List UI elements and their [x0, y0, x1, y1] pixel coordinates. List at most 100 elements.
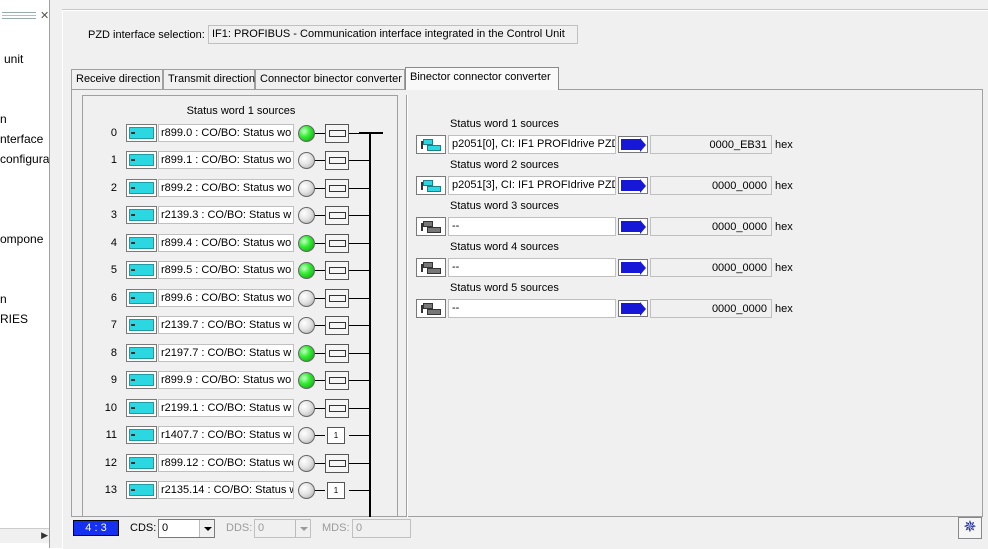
tree-item[interactable]: unit [4, 52, 23, 66]
status-bar: 4 : 3 CDS: 0 DDS: 0 MDS: 0 ✵ [63, 517, 988, 549]
connector-select-button[interactable] [126, 151, 157, 169]
connector-select-button[interactable] [126, 234, 157, 252]
cds-select[interactable]: 0 [158, 519, 215, 538]
tab-connector-binector-converter[interactable]: Connector binector converter [255, 69, 405, 89]
constant-one-button[interactable]: 1 [327, 482, 345, 499]
splitter-bar[interactable] [50, 0, 62, 548]
connector-select-button[interactable] [126, 261, 157, 279]
bit-source-field[interactable]: r2139.3 : CO/BO: Status w [158, 206, 294, 224]
close-icon[interactable]: ✕ [40, 9, 49, 22]
dds-select: 0 [254, 519, 311, 538]
connector-source-button[interactable] [416, 299, 446, 318]
tree-item[interactable]: ompone [0, 232, 43, 246]
invert-button[interactable] [325, 371, 349, 390]
tree-item[interactable]: n [0, 292, 7, 306]
invert-button[interactable] [325, 206, 349, 225]
invert-button[interactable] [325, 399, 349, 418]
scroll-right-icon[interactable]: ▶ [41, 530, 48, 541]
pzd-interface-label: PZD interface selection: [88, 29, 205, 41]
connector-select-button[interactable] [126, 481, 157, 499]
hex-value: 0000_EB31 [650, 135, 772, 154]
gear-icon[interactable]: ✵ [958, 517, 982, 539]
bit-source-field[interactable]: r899.4 : CO/BO: Status wo [158, 234, 294, 252]
bit-number: 11 [105, 429, 117, 441]
connector-select-button[interactable] [126, 316, 157, 334]
constant-one-button[interactable]: 1 [327, 427, 345, 444]
bit-source-field[interactable]: r2139.7 : CO/BO: Status w [158, 316, 294, 334]
invert-button[interactable] [325, 124, 349, 143]
status-word-row: p2051[3], CI: IF1 PROFIdrive PZD 0000_00… [416, 176, 856, 196]
invert-button[interactable] [325, 454, 349, 473]
bit-row: 9 r899.9 : CO/BO: Status wo [83, 369, 399, 391]
status-word-source-field[interactable]: -- [448, 299, 616, 318]
status-word-title: Status word 1 sources [450, 118, 559, 130]
status-word-source-field[interactable]: -- [448, 217, 616, 236]
tree-item[interactable]: n [0, 112, 7, 126]
pzd-interface-field[interactable]: IF1: PROFIBUS - Communication interface … [208, 25, 578, 44]
bit-number: 8 [110, 347, 117, 359]
bit-source-field[interactable]: r2135.14 : CO/BO: Status w [158, 481, 294, 499]
mds-field: 0 [352, 519, 411, 538]
connector-select-button[interactable] [126, 454, 157, 472]
tree-item[interactable]: nterface [0, 132, 43, 146]
tree-item[interactable]: RIES [0, 312, 28, 326]
tab-binector-connector-converter[interactable]: Binector connector converter [405, 67, 559, 90]
connector-select-button[interactable] [126, 371, 157, 389]
connector-source-button[interactable] [416, 135, 446, 154]
horizontal-scrollbar[interactable]: ▶ [0, 528, 49, 543]
invert-button[interactable] [325, 344, 349, 363]
bit-source-field[interactable]: r1407.7 : CO/BO: Status w [158, 426, 294, 444]
status-word-source-field[interactable]: p2051[0], CI: IF1 PROFIdrive PZD [448, 135, 616, 154]
bit-number: 5 [110, 264, 117, 276]
bit-source-field[interactable]: r2197.7 : CO/BO: Status w [158, 344, 294, 362]
bit-row: 1 r899.1 : CO/BO: Status wo [83, 149, 399, 171]
bit-source-field[interactable]: r2199.1 : CO/BO: Status w [158, 399, 294, 417]
bit-source-field[interactable]: r899.5 : CO/BO: Status wo [158, 261, 294, 279]
status-word-source-field[interactable]: p2051[3], CI: IF1 PROFIdrive PZD [448, 176, 616, 195]
bit-source-field[interactable]: r899.6 : CO/BO: Status wo [158, 289, 294, 307]
chevron-down-icon[interactable] [199, 520, 214, 537]
invert-button[interactable] [325, 289, 349, 308]
bit-row: 2 r899.2 : CO/BO: Status wo [83, 177, 399, 199]
status-word-row: -- 0000_0000 hex [416, 299, 856, 319]
connector-select-button[interactable] [126, 426, 157, 444]
connector-select-button[interactable] [126, 124, 157, 142]
connector-select-button[interactable] [126, 206, 157, 224]
status-word-source-field[interactable]: -- [448, 258, 616, 277]
bit-row: 12 r899.12 : CO/BO: Status wo [83, 452, 399, 474]
invert-button[interactable] [325, 234, 349, 253]
connector-select-button[interactable] [126, 289, 157, 307]
bit-number: 12 [104, 457, 117, 469]
window-top-strip [62, 0, 988, 10]
connector-select-button[interactable] [126, 344, 157, 362]
status-indicator: 4 : 3 [73, 520, 119, 536]
connector-source-button[interactable] [416, 176, 446, 195]
bit-source-field[interactable]: r899.2 : CO/BO: Status wo [158, 179, 294, 197]
tab-receive-direction[interactable]: Receive direction [71, 69, 163, 89]
bit-source-field[interactable]: r899.1 : CO/BO: Status wo [158, 151, 294, 169]
hex-unit: hex [775, 180, 793, 192]
bit-number: 1 [110, 154, 117, 166]
bit-row: 7 r2139.7 : CO/BO: Status w [83, 314, 399, 336]
hex-value: 0000_0000 [650, 299, 772, 318]
connector-select-button[interactable] [126, 179, 157, 197]
bit-row: 6 r899.6 : CO/BO: Status wo [83, 287, 399, 309]
blue-arrow-icon [618, 218, 648, 235]
connector-source-button[interactable] [416, 258, 446, 277]
tab-panel: Status word 1 sources 0 r899.0 : CO/BO: … [71, 89, 983, 524]
connector-source-button[interactable] [416, 217, 446, 236]
invert-button[interactable] [325, 316, 349, 335]
invert-button[interactable] [325, 151, 349, 170]
pane-grip[interactable] [2, 12, 36, 19]
status-led-off [298, 317, 315, 334]
hex-value: 0000_0000 [650, 217, 772, 236]
connector-select-button[interactable] [126, 399, 157, 417]
bit-source-field[interactable]: r899.9 : CO/BO: Status wo [158, 371, 294, 389]
tab-transmit-direction[interactable]: Transmit direction [163, 69, 255, 89]
bit-row: 5 r899.5 : CO/BO: Status wo [83, 259, 399, 281]
bit-source-field[interactable]: r899.0 : CO/BO: Status wo [158, 124, 294, 142]
invert-button[interactable] [325, 261, 349, 280]
invert-button[interactable] [325, 179, 349, 198]
bit-source-field[interactable]: r899.12 : CO/BO: Status wo [158, 454, 294, 472]
tree-item[interactable]: configura [0, 152, 49, 166]
